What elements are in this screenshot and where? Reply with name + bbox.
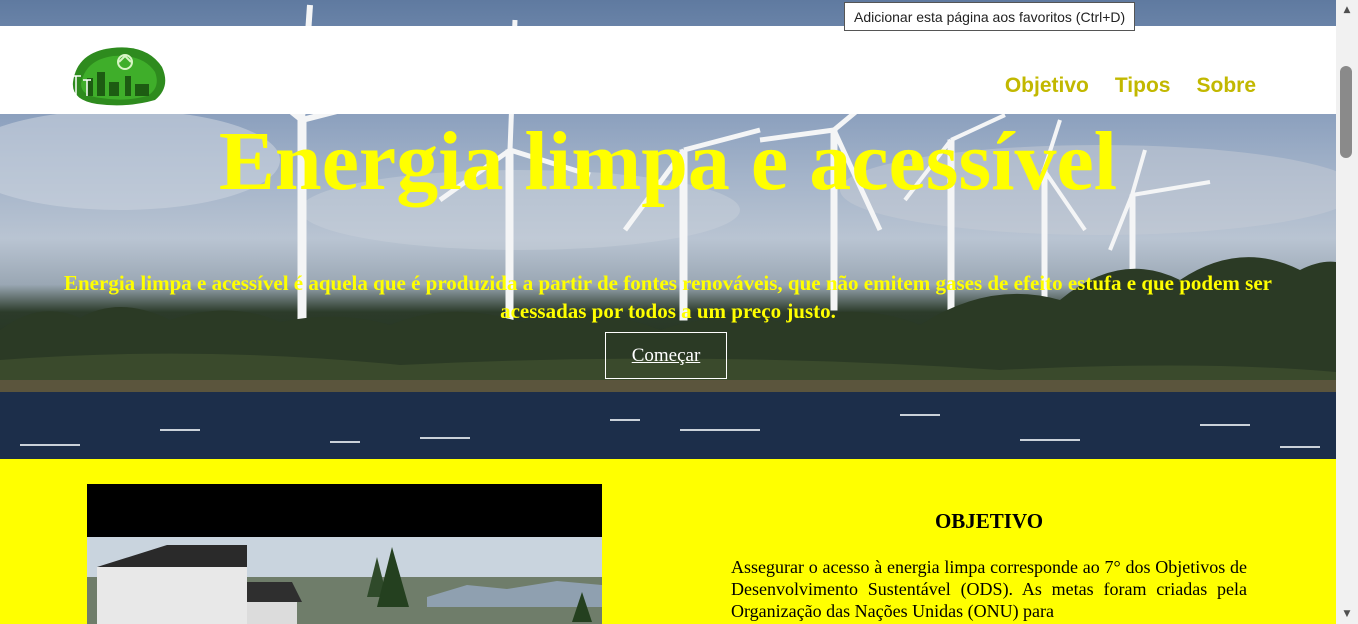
hero-subtitle: Energia limpa e acessível é aquela que é… [64, 271, 1272, 323]
scroll-up-arrow-icon[interactable]: ▲ [1336, 2, 1358, 18]
recycle-icon [71, 47, 166, 106]
objective-text: Assegurar o acesso à energia limpa corre… [731, 557, 1247, 621]
objective-title: OBJETIVO [934, 509, 1044, 533]
scroll-down-arrow-icon[interactable]: ▼ [1336, 606, 1358, 622]
bookmark-tooltip: Adicionar esta página aos favoritos (Ctr… [844, 2, 1136, 31]
video-embed[interactable] [87, 484, 602, 624]
scrollbar-thumb[interactable] [1340, 66, 1352, 158]
start-button[interactable]: Começar [605, 332, 727, 379]
nav-link-objetivo[interactable]: Objetivo [1005, 74, 1089, 98]
objective-section: OBJETIVO Assegurar o acesso à energia li… [0, 459, 1336, 624]
main-nav: Objetivo Tipos Sobre [1005, 74, 1256, 98]
hero-title: Energia limpa e acessível [218, 115, 1118, 208]
nav-link-sobre[interactable]: Sobre [1196, 74, 1256, 98]
nav-link-tipos[interactable]: Tipos [1115, 74, 1171, 98]
site-logo[interactable] [67, 42, 169, 108]
page-scrollbar[interactable]: ▲ ▼ [1336, 0, 1358, 624]
video-thumbnail [87, 537, 602, 624]
page-viewport: Objetivo Tipos Sobre Energia limpa e ace… [0, 0, 1336, 624]
site-header: Objetivo Tipos Sobre [0, 26, 1336, 114]
